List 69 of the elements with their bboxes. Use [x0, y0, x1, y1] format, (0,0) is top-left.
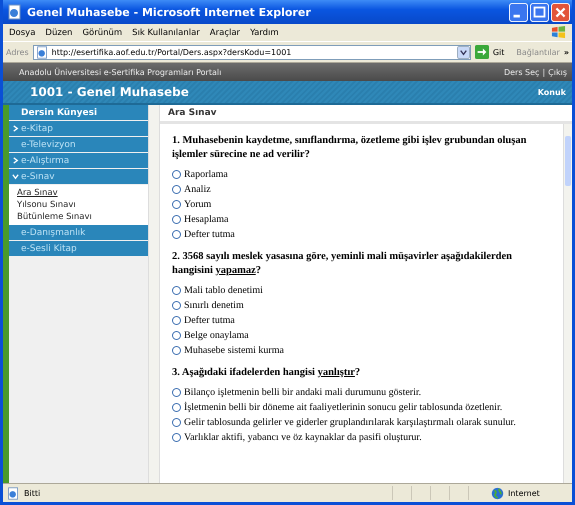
close-icon[interactable] — [551, 2, 570, 22]
radio-button[interactable] — [172, 346, 181, 355]
chevron-icon — [12, 157, 18, 164]
option-label: Sınırlı denetim — [184, 299, 244, 313]
radio-button[interactable] — [172, 403, 181, 412]
radio-button[interactable] — [172, 286, 181, 295]
sidebar-subitem[interactable]: Ara Sınav — [9, 187, 148, 199]
page-icon — [7, 486, 20, 500]
option-label: Muhasebe sistemi kurma — [184, 344, 284, 358]
chevron-icon — [12, 173, 18, 180]
menu-item[interactable]: Yardım — [250, 28, 279, 38]
radio-button[interactable] — [172, 215, 181, 224]
link-separator: | — [542, 68, 546, 76]
option-label: Varlıklar aktifi, yabancı ve öz kaynaklar da pasifi oluşturur. — [184, 431, 422, 445]
radio-button[interactable] — [172, 316, 181, 325]
question-text: 3. Aşağıdaki ifadelerden hangisi yanlıştır? — [172, 366, 362, 380]
status-text: Bitti — [24, 488, 42, 498]
portal-title: Anadolu Üniversitesi e-Sertifika Programları Portalı — [19, 68, 222, 76]
option-label: Mali tablo denetimi — [184, 284, 263, 298]
chevron-icon — [12, 125, 18, 132]
radio-button[interactable] — [172, 200, 181, 209]
more-links[interactable]: » — [564, 48, 569, 56]
windows-logo-icon — [551, 25, 566, 40]
option-label: Hesaplama — [184, 213, 228, 227]
scrollbar[interactable] — [563, 124, 572, 483]
security-zone: Internet — [508, 488, 541, 498]
page-icon — [7, 4, 23, 20]
course-title: 1001 - Genel Muhasebe — [30, 85, 189, 99]
option-label: Analiz — [184, 183, 211, 197]
section-title: Ara Sınav — [160, 105, 572, 124]
portal-link[interactable]: Ders Seç — [504, 68, 540, 76]
option-label: Raporlama — [184, 168, 228, 182]
question-text: 2. 3568 sayılı meslek yasasına göre, yeminli mali müşavirler aşağıdakilerden hangisini yapamaz? — [172, 250, 513, 278]
portal-link[interactable]: Çıkış — [548, 68, 567, 76]
user-name: Konuk — [538, 88, 566, 96]
menu-item[interactable]: Dosya — [9, 28, 36, 38]
menu-item[interactable]: Düzen — [45, 28, 72, 38]
radio-button[interactable] — [172, 433, 181, 442]
minimize-icon[interactable] — [509, 2, 528, 22]
option-label: Yorum — [184, 198, 212, 212]
option-label: Gelir tablosunda gelirler ve giderler gruplandırılarak karşılaştırmalı olarak sunulur. — [184, 416, 516, 430]
radio-button[interactable] — [172, 170, 181, 179]
maximize-icon[interactable] — [530, 2, 549, 22]
go-button[interactable]: Git — [492, 48, 504, 56]
menu-item[interactable]: Görünüm — [82, 28, 122, 38]
menu-item[interactable]: Sık Kullanılanlar — [132, 28, 200, 38]
question-text: 1. Muhasebenin kaydetme, sınıflandırma, özetleme gibi işlev grubundan oluşan işlemler sürecine ne ad verilir? — [172, 134, 528, 162]
scrollbar[interactable] — [148, 105, 159, 483]
option-label: İşletmenin belli bir döneme ait faaliyetlerinin sonucu gelir tablosunda özetlenir. — [184, 400, 502, 415]
radio-button[interactable] — [172, 301, 181, 310]
menu-item[interactable]: Araçlar — [210, 28, 240, 38]
radio-button[interactable] — [172, 230, 181, 239]
radio-button[interactable] — [172, 185, 181, 194]
radio-button[interactable] — [172, 418, 181, 427]
radio-button[interactable] — [172, 331, 181, 340]
sidebar-subitem[interactable]: Yılsonu Sınavı — [9, 199, 148, 211]
option-label: Bilanço işletmenin belli bir andaki mali durumunu gösterir. — [184, 386, 422, 400]
option-label: Belge onaylama — [184, 329, 249, 343]
radio-button[interactable] — [172, 388, 181, 397]
sidebar-item[interactable]: Dersin Künyesi — [9, 105, 148, 120]
dropdown-icon[interactable] — [456, 46, 470, 58]
address-label: Adres — [6, 48, 29, 56]
address-field[interactable]: http://esertifika.aof.edu.tr/Portal/Ders.aspx?dersKodu=1001 — [32, 44, 471, 60]
globe-icon — [491, 486, 504, 500]
window-title: Genel Muhasebe - Microsoft Internet Explorer — [27, 6, 312, 18]
option-label: Defter tutma — [184, 228, 235, 242]
page-icon — [36, 46, 49, 58]
sidebar-subitem[interactable]: Bütünleme Sınavı — [9, 211, 148, 223]
option-label: Defter tutma — [184, 314, 235, 328]
